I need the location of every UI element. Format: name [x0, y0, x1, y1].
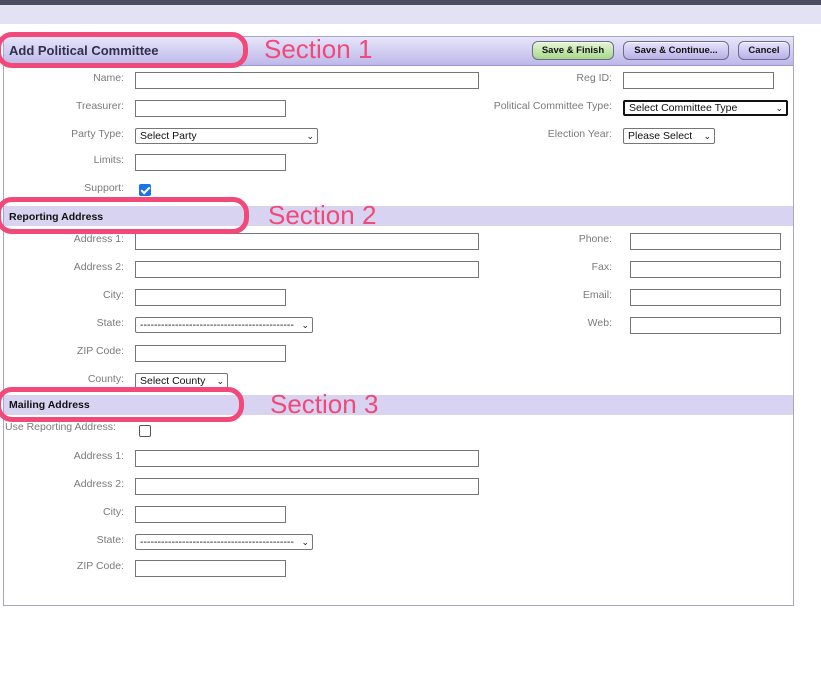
- top-band: [0, 5, 821, 24]
- reporting-email-field[interactable]: [630, 289, 781, 306]
- support-checkbox[interactable]: [139, 184, 151, 196]
- mailing-address2-label: Address 2:: [73, 478, 124, 490]
- reporting-city-field[interactable]: [135, 289, 286, 306]
- reporting-fax-field[interactable]: [630, 261, 781, 278]
- mailing-city-field[interactable]: [135, 506, 286, 523]
- name-field[interactable]: [135, 72, 479, 89]
- section1-annotation: Section 1: [264, 34, 373, 64]
- reporting-zip-label: ZIP Code:: [76, 345, 124, 357]
- reporting-address2-label: Address 2:: [73, 261, 124, 273]
- reg-id-field[interactable]: [623, 72, 774, 89]
- reporting-address1-label: Address 1:: [73, 233, 124, 245]
- section2-highlight-oval: [0, 197, 249, 234]
- chevron-down-icon: ⌄: [703, 131, 711, 141]
- reporting-phone-field[interactable]: [630, 233, 781, 250]
- reporting-web-label: Web:: [587, 317, 612, 329]
- election-year-select[interactable]: Please Select ⌄: [623, 128, 715, 144]
- election-year-value: Please Select: [628, 130, 693, 142]
- mailing-address1-field[interactable]: [135, 450, 479, 467]
- chevron-down-icon: ⌄: [306, 131, 314, 141]
- cancel-button[interactable]: Cancel: [738, 41, 790, 60]
- chevron-down-icon: ⌄: [775, 103, 783, 113]
- reporting-state-label: State:: [96, 317, 124, 329]
- mailing-zip-field[interactable]: [135, 560, 286, 577]
- party-type-label: Party Type:: [71, 128, 124, 140]
- reporting-zip-field[interactable]: [135, 345, 286, 362]
- reporting-county-value: Select County: [140, 375, 206, 387]
- election-year-label: Election Year:: [547, 128, 612, 140]
- name-label: Name:: [93, 72, 124, 84]
- party-type-value: Select Party: [140, 130, 197, 142]
- section1-highlight-oval: [0, 32, 248, 68]
- use-reporting-checkbox[interactable]: [139, 425, 151, 437]
- treasurer-label: Treasurer:: [75, 100, 124, 112]
- support-label: Support:: [84, 182, 124, 194]
- chevron-down-icon: ⌄: [216, 376, 224, 386]
- section3-highlight-oval: [0, 387, 244, 422]
- mailing-address1-label: Address 1:: [73, 450, 124, 462]
- mailing-address2-field[interactable]: [135, 478, 479, 495]
- mailing-city-label: City:: [103, 506, 124, 518]
- reporting-phone-label: Phone:: [578, 233, 612, 245]
- reporting-state-select[interactable]: ----------------------------------------…: [135, 317, 313, 333]
- limits-field[interactable]: [135, 154, 286, 171]
- section2-annotation: Section 2: [268, 200, 377, 230]
- committee-type-value: Select Committee Type: [629, 102, 738, 114]
- reporting-city-label: City:: [103, 289, 124, 301]
- reporting-address2-field[interactable]: [135, 261, 479, 278]
- use-reporting-label: Use Reporting Address:: [5, 421, 116, 433]
- reporting-state-value: ----------------------------------------…: [140, 319, 294, 331]
- chevron-down-icon: ⌄: [301, 320, 309, 330]
- reporting-fax-label: Fax:: [591, 261, 612, 273]
- mailing-state-label: State:: [96, 534, 124, 546]
- save-finish-button[interactable]: Save & Finish: [532, 41, 614, 60]
- reporting-address1-field[interactable]: [135, 233, 479, 250]
- reporting-web-field[interactable]: [630, 317, 781, 334]
- mailing-zip-label: ZIP Code:: [76, 560, 124, 572]
- chevron-down-icon: ⌄: [301, 537, 309, 547]
- party-type-select[interactable]: Select Party ⌄: [135, 128, 318, 144]
- mailing-state-select[interactable]: ----------------------------------------…: [135, 534, 313, 550]
- committee-type-label: Political Committee Type:: [493, 100, 612, 112]
- treasurer-field[interactable]: [135, 100, 286, 117]
- section3-annotation: Section 3: [270, 389, 379, 419]
- mailing-state-value: ----------------------------------------…: [140, 536, 294, 548]
- limits-label: Limits:: [93, 154, 124, 166]
- reporting-email-label: Email:: [582, 289, 612, 301]
- reg-id-label: Reg ID:: [576, 72, 612, 84]
- save-continue-button[interactable]: Save & Continue...: [623, 41, 729, 60]
- reporting-county-label: County:: [87, 373, 124, 385]
- committee-type-select[interactable]: Select Committee Type ⌄: [623, 100, 788, 116]
